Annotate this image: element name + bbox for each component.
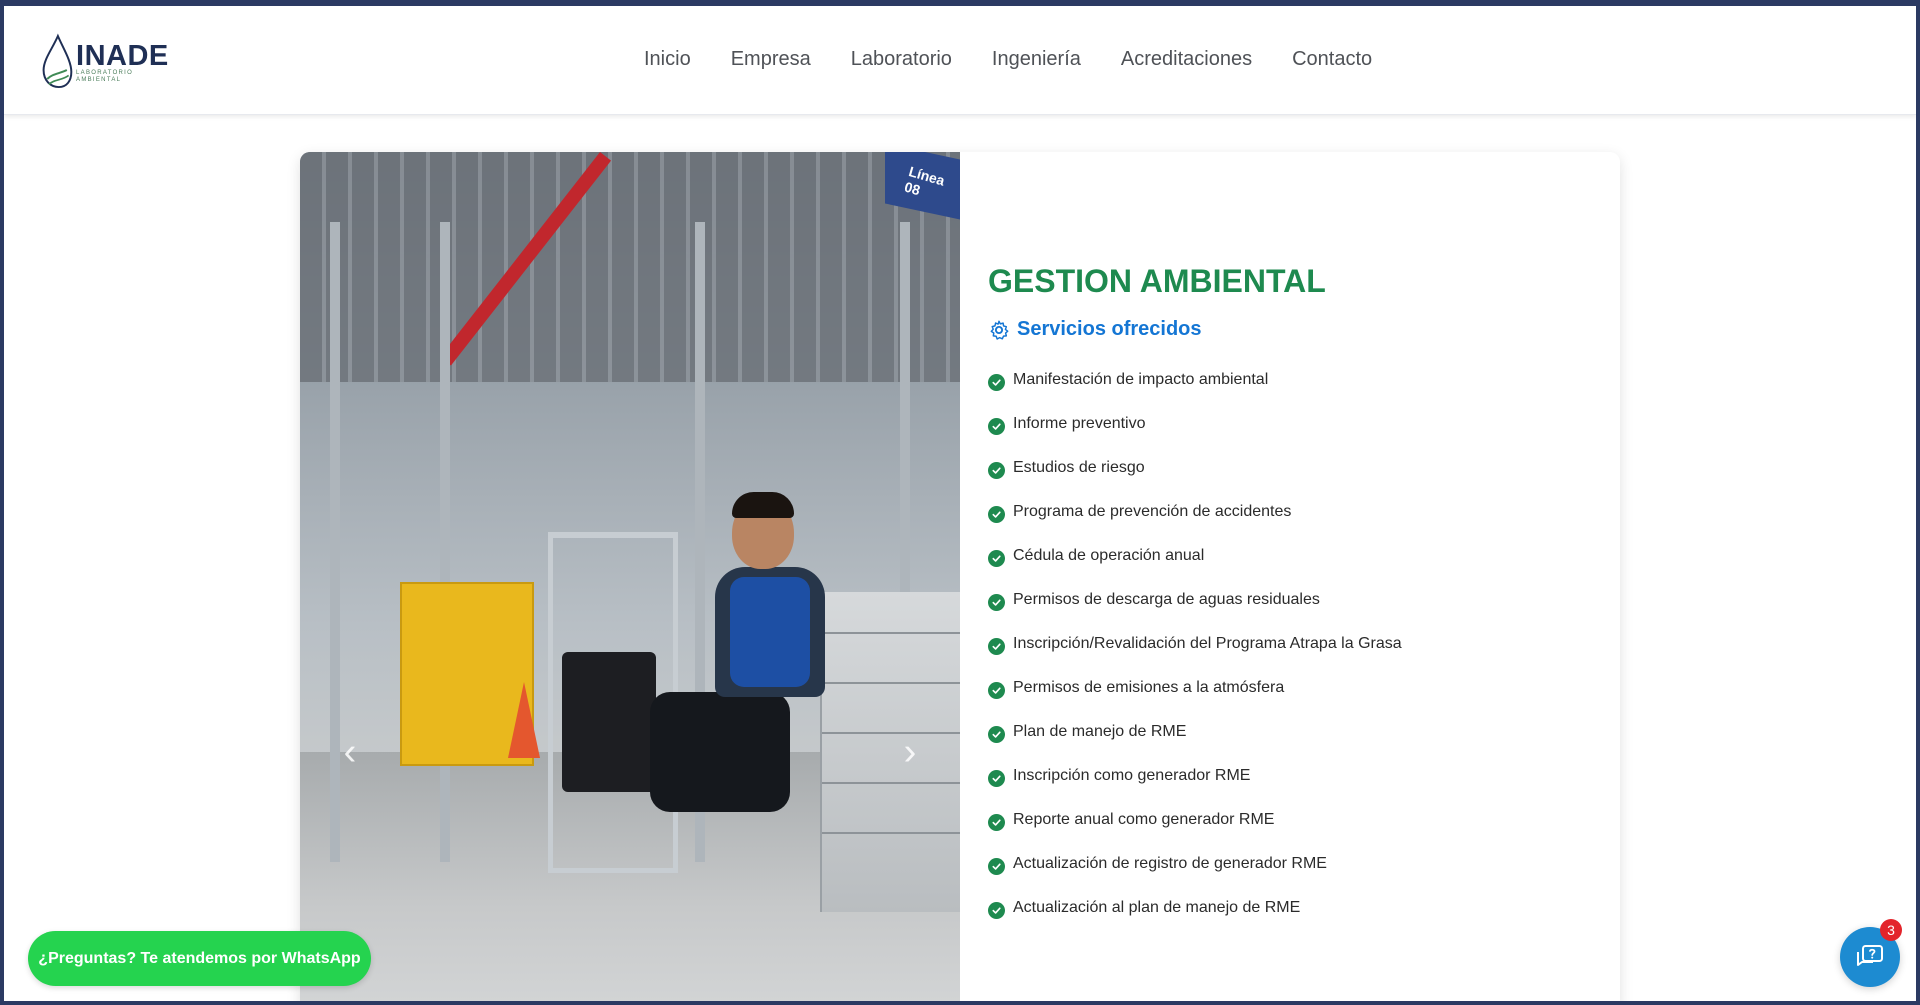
service-item: Programa de prevención de accidentes: [988, 490, 1588, 534]
service-label: Manifestación de impacto ambiental: [1013, 371, 1269, 388]
hero-photo-carousel: Línea 08 ‹ ›: [300, 152, 960, 1001]
photo-person-legs: [650, 692, 790, 812]
service-label: Inscripción/Revalidación del Programa At…: [1013, 635, 1402, 652]
service-label: Programa de prevención de accidentes: [1013, 503, 1292, 520]
nav-item-inicio[interactable]: Inicio: [644, 48, 691, 71]
service-item: Inscripción como generador RME: [988, 754, 1588, 798]
photo-person-vest: [730, 577, 810, 687]
check-circle-icon: [988, 593, 1005, 611]
check-circle-icon: [988, 857, 1005, 875]
photo-frame-post: [440, 222, 450, 862]
site-header: INADE LABORATORIO AMBIENTAL Inicio Empre…: [4, 6, 1916, 115]
section-subtitle: Servicios ofrecidos: [988, 318, 1588, 341]
check-circle-icon: [988, 417, 1005, 435]
service-item: Actualización al plan de manejo de RME: [988, 886, 1588, 930]
logo-name: INADE: [76, 39, 169, 72]
check-circle-icon: [988, 373, 1005, 391]
service-label: Inscripción como generador RME: [1013, 767, 1251, 784]
nav-item-contacto[interactable]: Contacto: [1292, 48, 1372, 71]
service-label: Permisos de descarga de aguas residuales: [1013, 591, 1320, 608]
check-circle-icon: [988, 901, 1005, 919]
water-drop-logo-icon: [42, 33, 73, 89]
carousel-prev-button[interactable]: ‹: [330, 732, 370, 772]
check-circle-icon: [988, 461, 1005, 479]
gear-icon: [990, 320, 1009, 340]
check-circle-icon: [988, 769, 1005, 787]
check-circle-icon: [988, 637, 1005, 655]
browser-window: INADE LABORATORIO AMBIENTAL Inicio Empre…: [4, 6, 1916, 1001]
drawer-line: [822, 782, 960, 784]
service-card: Línea 08 ‹ › GESTION AMBIENTAL Servicios…: [300, 152, 1620, 1001]
service-item: Inscripción/Revalidación del Programa At…: [988, 622, 1588, 666]
services-list: Manifestación de impacto ambiental Inform…: [988, 358, 1588, 930]
nav-item-laboratorio[interactable]: Laboratorio: [851, 48, 952, 71]
service-label: Plan de manejo de RME: [1013, 723, 1187, 740]
service-item: Actualización de registro de generador R…: [988, 842, 1588, 886]
photo-ceiling: [300, 152, 960, 382]
drawer-line: [822, 632, 960, 634]
logo-tagline: LABORATORIO AMBIENTAL: [76, 69, 134, 83]
service-item: Manifestación de impacto ambiental: [988, 358, 1588, 402]
service-label: Actualización al plan de manejo de RME: [1013, 899, 1301, 916]
photo-traffic-cone: [508, 682, 540, 758]
service-item: Permisos de emisiones a la atmósfera: [988, 666, 1588, 710]
check-circle-icon: [988, 725, 1005, 743]
service-item: Cédula de operación anual: [988, 534, 1588, 578]
main-nav: Inicio Empresa Laboratorio Ingeniería Ac…: [644, 48, 1412, 71]
drawer-line: [822, 832, 960, 834]
nav-item-empresa[interactable]: Empresa: [731, 48, 811, 71]
nav-item-ingenieria[interactable]: Ingeniería: [992, 48, 1081, 71]
service-label: Estudios de riesgo: [1013, 459, 1145, 476]
service-content: GESTION AMBIENTAL Servicios ofrecidos Ma…: [988, 262, 1588, 930]
service-label: Reporte anual como generador RME: [1013, 811, 1275, 828]
whatsapp-label: ¿Preguntas? Te atendemos por WhatsApp: [38, 949, 361, 967]
check-circle-icon: [988, 681, 1005, 699]
drawer-line: [822, 682, 960, 684]
chevron-right-icon: ›: [903, 731, 917, 773]
section-title: GESTION AMBIENTAL: [988, 263, 1326, 299]
service-item: Informe preventivo: [988, 402, 1588, 446]
service-label: Cédula de operación anual: [1013, 547, 1205, 564]
service-item: Plan de manejo de RME: [988, 710, 1588, 754]
service-label: Informe preventivo: [1013, 415, 1146, 432]
nav-item-acreditaciones[interactable]: Acreditaciones: [1121, 48, 1252, 71]
check-circle-icon: [988, 549, 1005, 567]
service-label: Permisos de emisiones a la atmósfera: [1013, 679, 1285, 696]
check-circle-icon: [988, 505, 1005, 523]
chat-question-icon: [1857, 945, 1883, 966]
carousel-next-button[interactable]: ›: [890, 732, 930, 772]
chevron-left-icon: ‹: [343, 731, 357, 773]
site-logo[interactable]: INADE LABORATORIO AMBIENTAL: [40, 30, 170, 94]
photo-black-case: [562, 652, 656, 792]
service-item: Estudios de riesgo: [988, 446, 1588, 490]
service-item: Reporte anual como generador RME: [988, 798, 1588, 842]
photo-person-hair: [732, 492, 794, 518]
whatsapp-button[interactable]: ¿Preguntas? Te atendemos por WhatsApp: [28, 931, 371, 986]
check-circle-icon: [988, 813, 1005, 831]
chat-notification-badge: 3: [1880, 919, 1902, 941]
service-label: Actualización de registro de generador R…: [1013, 855, 1327, 872]
subtitle-text: Servicios ofrecidos: [1017, 318, 1202, 340]
service-item: Permisos de descarga de aguas residuales: [988, 578, 1588, 622]
